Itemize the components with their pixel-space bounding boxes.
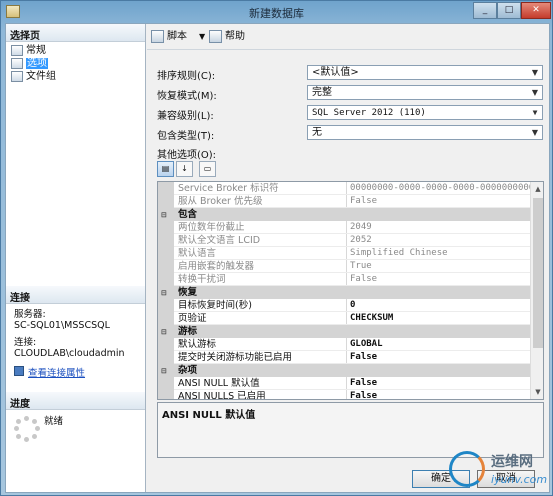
property-value[interactable]: False xyxy=(346,390,530,399)
grid-category-row[interactable]: ⊟ 游标 xyxy=(158,325,530,338)
grid-property-row[interactable]: 页验证 CHECKSUM xyxy=(158,312,530,325)
close-button[interactable]: ✕ xyxy=(521,2,551,19)
help-button[interactable]: 帮助 xyxy=(209,28,245,45)
script-label: 脚本 xyxy=(167,31,187,42)
collation-label: 排序规则(C): xyxy=(157,71,216,82)
property-name: 包含 xyxy=(178,209,198,220)
grid-property-row[interactable]: 提交时关闭游标功能已启用 False xyxy=(158,351,530,364)
script-icon xyxy=(151,30,164,43)
watermark: 运维网 iyunv.com xyxy=(449,449,549,493)
watermark-en: iyunv.com xyxy=(491,473,548,486)
property-grid[interactable]: Service Broker 标识符 00000000-0000-0000-000… xyxy=(157,181,544,400)
grid-scrollbar[interactable]: ▲ ▼ xyxy=(530,182,543,399)
grid-property-row[interactable]: ANSI NULLS 已启用 False xyxy=(158,390,530,400)
containment-combo[interactable]: 无 ▼ xyxy=(307,125,543,140)
collation-value: <默认值> xyxy=(312,67,359,78)
chevron-down-icon[interactable]: ▼ xyxy=(528,86,542,99)
grid-category-row[interactable]: ⊟ 包含 xyxy=(158,208,530,221)
alphabetical-icon[interactable]: ↓ xyxy=(176,161,193,177)
connection-label: 连接: xyxy=(14,337,37,348)
page-filegroups-label: 文件组 xyxy=(26,71,56,82)
left-pane: 选择页 常规 选项 文件组 连接 服务器: SC-SQL01\MSSCSQL 连… xyxy=(6,24,146,492)
progress-spinner-icon xyxy=(14,416,40,442)
property-name: ANSI NULLS 已启用 xyxy=(178,391,266,400)
collation-combo[interactable]: <默认值> ▼ xyxy=(307,65,543,80)
grid-category-row[interactable]: ⊟ 恢复 xyxy=(158,286,530,299)
grid-property-row[interactable]: 默认游标 GLOBAL xyxy=(158,338,530,351)
collapse-icon[interactable]: ⊟ xyxy=(161,289,169,297)
grid-property-row[interactable]: 目标恢复时间(秒) 0 xyxy=(158,299,530,312)
page-options-label: 选项 xyxy=(26,58,48,69)
select-page-header: 选择页 xyxy=(6,24,145,42)
help-icon xyxy=(209,30,222,43)
compat-level-value: SQL Server 2012 (110) xyxy=(312,108,426,118)
page-general[interactable]: 常规 xyxy=(8,44,46,57)
chevron-down-icon[interactable]: ▼ xyxy=(528,66,542,79)
scroll-up-icon[interactable]: ▲ xyxy=(531,182,543,196)
view-connection-properties-label: 查看连接属性 xyxy=(28,368,86,379)
collapse-icon[interactable]: ⊟ xyxy=(161,367,169,375)
right-pane: 脚本 ▼ 帮助 排序规则(C): <默认值> ▼ 恢复模式(M): 完整 ▼ 兼… xyxy=(147,24,549,492)
grid-property-row[interactable]: 服从 Broker 优先级 False xyxy=(158,195,530,208)
title-bar[interactable]: 新建数据库 _ □ ✕ xyxy=(1,1,552,23)
property-name: 恢复 xyxy=(178,287,198,298)
property-name: 游标 xyxy=(178,326,198,337)
page-general-label: 常规 xyxy=(26,45,46,56)
recovery-model-value: 完整 xyxy=(312,87,332,98)
property-pages-icon[interactable]: ▭ xyxy=(199,161,216,177)
script-button[interactable]: 脚本 xyxy=(151,28,187,45)
grid-property-row[interactable]: ANSI NULL 默认值 False xyxy=(158,377,530,390)
recovery-model-combo[interactable]: 完整 ▼ xyxy=(307,85,543,100)
categorized-icon[interactable]: ▤ xyxy=(157,161,174,177)
page-icon xyxy=(11,58,23,69)
dialog-client-area: 选择页 常规 选项 文件组 连接 服务器: SC-SQL01\MSSCSQL 连… xyxy=(5,23,550,493)
compat-level-combo[interactable]: SQL Server 2012 (110) ▼ xyxy=(307,105,543,120)
scroll-thumb[interactable] xyxy=(533,198,543,348)
chevron-down-icon[interactable]: ▼ xyxy=(528,106,542,119)
progress-status: 就绪 xyxy=(44,416,64,427)
watermark-logo-icon xyxy=(449,451,485,487)
maximize-button[interactable]: □ xyxy=(497,2,521,19)
view-connection-properties-link[interactable]: 查看连接属性 xyxy=(14,365,85,379)
compat-level-label: 兼容级别(L): xyxy=(157,111,214,122)
server-value: SC-SQL01\MSSCSQL xyxy=(14,320,110,331)
connection-header: 连接 xyxy=(6,286,145,304)
page-filegroups[interactable]: 文件组 xyxy=(8,70,56,83)
properties-icon xyxy=(14,366,24,376)
script-dropdown-icon[interactable]: ▼ xyxy=(199,32,205,41)
grid-property-row[interactable]: 默认语言 Simplified Chinese xyxy=(158,247,530,260)
grid-property-row[interactable]: 转换干扰词 False xyxy=(158,273,530,286)
property-name: 杂项 xyxy=(178,365,198,376)
window-title: 新建数据库 xyxy=(249,7,304,20)
recovery-model-label: 恢复模式(M): xyxy=(157,91,217,102)
progress-header: 进度 xyxy=(6,392,145,410)
connection-value: CLOUDLAB\cloudadmin xyxy=(14,348,125,359)
collapse-icon[interactable]: ⊟ xyxy=(161,211,169,219)
page-icon xyxy=(11,45,23,56)
collapse-icon[interactable]: ⊟ xyxy=(161,328,169,336)
grid-property-row[interactable]: 启用嵌套的触发器 True xyxy=(158,260,530,273)
toolbar: 脚本 ▼ 帮助 xyxy=(147,24,549,50)
containment-label: 包含类型(T): xyxy=(157,131,215,142)
minimize-button[interactable]: _ xyxy=(473,2,497,19)
containment-value: 无 xyxy=(312,127,322,138)
grid-property-row[interactable]: 默认全文语言 LCID 2052 xyxy=(158,234,530,247)
new-database-dialog: 新建数据库 _ □ ✕ 选择页 常规 选项 文件组 连接 服务器: SC-SQL… xyxy=(0,0,553,496)
scroll-down-icon[interactable]: ▼ xyxy=(531,385,543,399)
other-options-label: 其他选项(O): xyxy=(157,150,217,161)
grid-category-row[interactable]: ⊟ 杂项 xyxy=(158,364,530,377)
server-label: 服务器: xyxy=(14,309,46,320)
watermark-cn: 运维网 xyxy=(491,454,533,470)
help-label: 帮助 xyxy=(225,31,245,42)
grid-property-row[interactable]: Service Broker 标识符 00000000-0000-0000-000… xyxy=(158,182,530,195)
grid-property-row[interactable]: 两位数年份截止 2049 xyxy=(158,221,530,234)
page-icon xyxy=(11,71,23,82)
chevron-down-icon[interactable]: ▼ xyxy=(528,126,542,139)
page-options[interactable]: 选项 xyxy=(8,57,48,70)
